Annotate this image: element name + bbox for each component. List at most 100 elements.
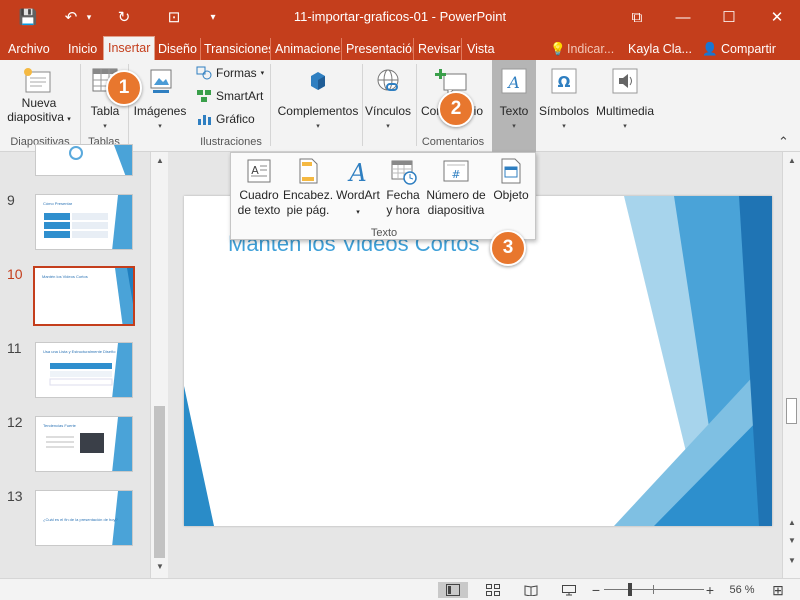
next-slide-icon[interactable]: ▼ bbox=[788, 556, 796, 565]
slide-thumbnails-pane: 9 Cómo Presentar 10 Mantén los Videos Co… bbox=[0, 144, 170, 578]
separator bbox=[362, 64, 363, 146]
slide-thumbnail[interactable]: Tendencias Fuerte bbox=[35, 416, 133, 472]
undo-dropdown-icon[interactable]: ▾ bbox=[82, 0, 96, 34]
tab-transitions[interactable]: Transiciones bbox=[204, 38, 271, 60]
normal-view-button[interactable] bbox=[438, 582, 468, 598]
close-button[interactable]: ✕ bbox=[754, 0, 800, 34]
tab-file[interactable]: Archivo bbox=[8, 38, 50, 60]
window-title: 11-importar-graficos-01 - PowerPoint bbox=[293, 9, 507, 24]
ribbon-tab-bar: Archivo Inicio Insertar Diseño Transicio… bbox=[0, 34, 800, 61]
slide-number-button[interactable]: # Número de diapositiva bbox=[423, 157, 489, 218]
header-footer-button[interactable]: Encabez. pie pág. bbox=[283, 157, 333, 218]
thumbnails-scrollbar[interactable]: ▲ ▼ bbox=[150, 152, 168, 578]
text-caret-icon: ▾ bbox=[512, 123, 516, 130]
new-slide-button[interactable]: Nueva diapositiva ▾ bbox=[4, 66, 74, 127]
undo-icon[interactable]: ↶ bbox=[60, 0, 82, 34]
thumbnail-title: ¿Cuál es el fin de la presentación de ho… bbox=[43, 517, 118, 522]
share-button[interactable]: Compartir bbox=[721, 38, 776, 60]
fit-to-window-icon[interactable]: ⊞ bbox=[766, 582, 790, 598]
scroll-up-icon[interactable]: ▲ bbox=[788, 518, 796, 527]
wordart-button[interactable]: A WordArt ▾ bbox=[333, 157, 383, 220]
tab-design[interactable]: Diseño bbox=[158, 38, 201, 60]
scrollbar-thumb[interactable] bbox=[786, 398, 797, 424]
editor-scrollbar[interactable]: ▲ ▲ ▼ ▼ bbox=[782, 152, 800, 578]
chart-button[interactable]: Gráfico bbox=[196, 112, 255, 126]
calendar-clock-icon bbox=[391, 160, 417, 185]
tab-animations[interactable]: Animaciones bbox=[275, 38, 342, 60]
textbox-icon: A bbox=[247, 159, 271, 183]
links-label: Vínculos bbox=[364, 104, 412, 118]
zoom-slider-center-mark bbox=[653, 585, 654, 594]
zoom-out-icon[interactable]: − bbox=[590, 582, 602, 598]
save-icon[interactable]: 💾 bbox=[14, 0, 42, 34]
lightbulb-icon[interactable]: 💡 bbox=[550, 38, 566, 60]
tab-review[interactable]: Revisar bbox=[418, 38, 462, 60]
present-from-start-icon[interactable]: ⊡ bbox=[160, 0, 188, 34]
addins-button[interactable]: Complementos ▾ bbox=[274, 66, 362, 134]
reading-view-button[interactable] bbox=[516, 582, 546, 598]
wordart-label: WordArt bbox=[336, 188, 380, 202]
minimize-button[interactable]: — bbox=[660, 0, 706, 34]
current-slide[interactable]: Mantén los Videos Cortos bbox=[184, 196, 772, 526]
shapes-caret-icon: ▾ bbox=[260, 70, 265, 77]
media-button[interactable]: Multimedia ▾ bbox=[592, 66, 658, 134]
link-icon bbox=[377, 69, 399, 91]
tab-home[interactable]: Inicio bbox=[68, 38, 97, 60]
symbols-button[interactable]: Ω Símbolos ▾ bbox=[538, 66, 590, 134]
redo-icon[interactable]: ↻ bbox=[110, 0, 138, 34]
textbox-button[interactable]: A Cuadro de texto bbox=[235, 157, 283, 218]
object-icon bbox=[501, 158, 521, 184]
date-time-label-1: Fecha bbox=[386, 188, 420, 202]
slide-sorter-button[interactable] bbox=[478, 582, 508, 598]
links-button[interactable]: Vínculos ▾ bbox=[364, 66, 412, 134]
scroll-down-icon[interactable]: ▼ bbox=[788, 536, 796, 545]
tab-insert[interactable]: Insertar bbox=[103, 36, 156, 61]
images-button[interactable]: Imágenes ▾ bbox=[132, 66, 188, 134]
slide-thumbnail-partial[interactable] bbox=[35, 144, 133, 176]
zoom-slider[interactable] bbox=[604, 583, 704, 596]
scrollbar-thumb[interactable] bbox=[154, 406, 165, 558]
zoom-level[interactable]: 56 % bbox=[724, 582, 760, 598]
omega-icon: Ω bbox=[551, 68, 577, 94]
slide-number: 11 bbox=[7, 340, 22, 356]
header-footer-label-1: Encabez. bbox=[283, 188, 334, 202]
separator bbox=[416, 64, 417, 146]
shapes-icon bbox=[196, 66, 212, 80]
scroll-up-icon[interactable]: ▲ bbox=[156, 156, 164, 165]
svg-text:A: A bbox=[251, 164, 259, 177]
step-callout-2: 2 bbox=[438, 91, 474, 127]
slide-thumbnail-selected[interactable]: Mantén los Videos Cortos bbox=[33, 266, 135, 326]
addins-caret-icon: ▾ bbox=[316, 123, 320, 130]
ribbon-display-options-icon[interactable]: ⧉ bbox=[614, 0, 660, 34]
slide-thumbnail[interactable]: Usa una Lista y Estructuralmente Diseño bbox=[35, 342, 133, 398]
smartart-button[interactable]: SmartArt bbox=[196, 89, 263, 103]
text-dropdown-panel: A Cuadro de texto Encabez. pie pág. A Wo… bbox=[230, 152, 536, 240]
slide-number: 9 bbox=[7, 192, 15, 208]
separator bbox=[80, 64, 81, 146]
tell-me-search[interactable]: Indicar... bbox=[567, 38, 614, 60]
tab-view[interactable]: Vista bbox=[467, 38, 495, 60]
thumbnail-title: Usa una Lista y Estructuralmente Diseño bbox=[43, 349, 116, 354]
date-time-button[interactable]: Fecha y hora bbox=[383, 157, 423, 218]
zoom-slider-thumb[interactable] bbox=[628, 583, 632, 596]
status-bar: − + 56 % ⊞ bbox=[0, 578, 800, 600]
slide-thumbnail[interactable]: ¿Cuál es el fin de la presentación de ho… bbox=[35, 490, 133, 546]
account-name[interactable]: Kayla Cla... bbox=[628, 38, 692, 60]
collapse-ribbon-icon[interactable]: ⌃ bbox=[778, 134, 789, 150]
object-button[interactable]: Objeto bbox=[489, 157, 533, 203]
shapes-label: Formas bbox=[216, 66, 257, 80]
maximize-button[interactable]: ☐ bbox=[706, 0, 752, 34]
scroll-down-icon[interactable]: ▼ bbox=[156, 562, 164, 571]
scroll-up-icon[interactable]: ▲ bbox=[788, 156, 796, 165]
slideshow-view-button[interactable] bbox=[554, 582, 584, 598]
tab-slideshow[interactable]: Presentación bbox=[346, 38, 414, 60]
customize-toolbar-icon[interactable]: ▾ bbox=[204, 0, 222, 34]
shapes-button[interactable]: Formas ▾ bbox=[196, 66, 264, 80]
svg-text:A: A bbox=[506, 73, 520, 92]
zoom-in-icon[interactable]: + bbox=[704, 582, 716, 598]
header-footer-label-2: pie pág. bbox=[286, 203, 330, 217]
share-icon[interactable]: 👤 bbox=[702, 38, 718, 60]
symbols-label: Símbolos bbox=[538, 104, 590, 118]
slide-thumbnail[interactable]: Cómo Presentar bbox=[35, 194, 133, 250]
text-button[interactable]: A Texto ▾ bbox=[492, 60, 536, 152]
